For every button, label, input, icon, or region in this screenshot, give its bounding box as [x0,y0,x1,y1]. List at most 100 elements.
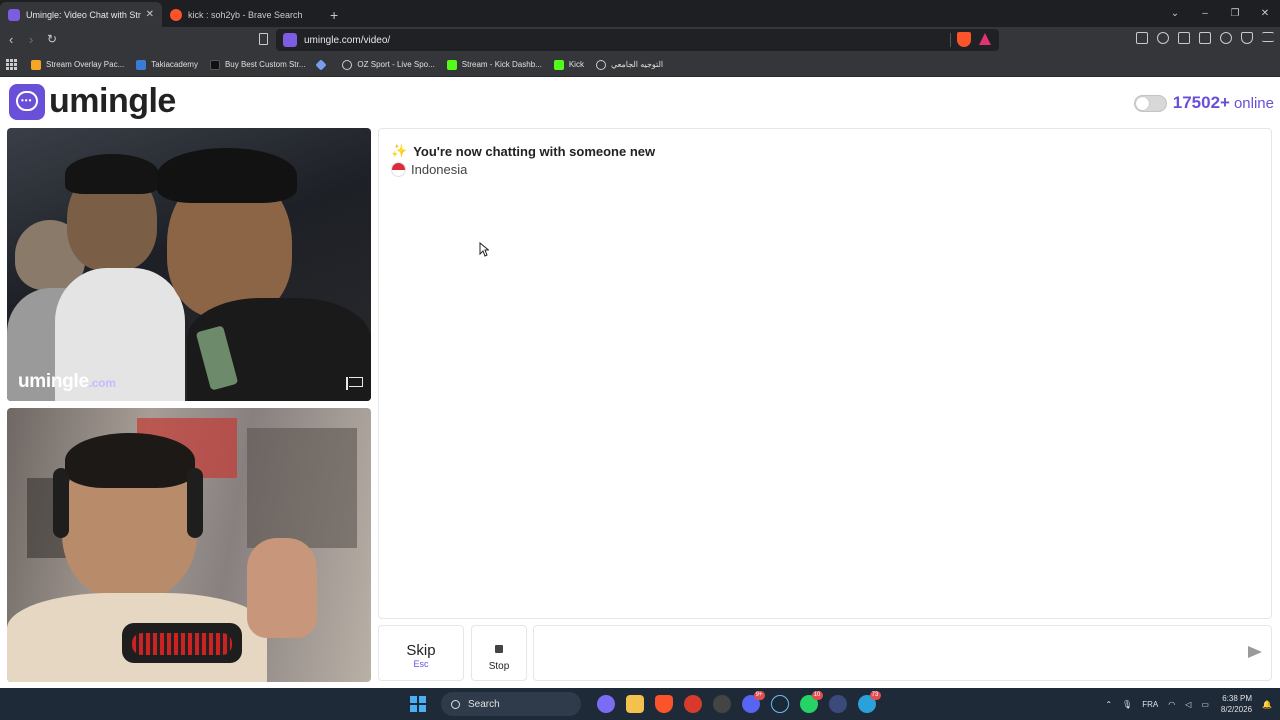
close-window-button[interactable]: ✕ [1250,8,1280,19]
brave-search-favicon-icon [170,8,182,21]
url-text[interactable]: umingle.com/video/ [304,35,390,46]
search-icon [451,699,460,709]
tab-list-chevron-icon[interactable]: ⌄ [1160,8,1190,19]
wall-poster [247,428,357,548]
volume-icon[interactable]: ◁ [1185,700,1191,709]
windows-start-icon[interactable] [410,696,426,712]
bookmark-kick[interactable]: Kick [553,59,584,70]
clock[interactable]: 6:38 PM 8/2/2026 [1221,693,1252,715]
wifi-icon[interactable]: ◠ [1168,700,1175,709]
recorder-icon[interactable] [712,695,731,713]
brave-shields-icon[interactable] [957,32,971,47]
globe-icon [342,59,353,70]
microphone-icon[interactable]: 🎙 [1122,700,1132,709]
stop-label: Stop [488,661,510,672]
bookmark-takiacademy[interactable]: Takiacademy [136,59,198,70]
bookmark-star[interactable] [315,58,330,71]
app-icon[interactable] [828,695,847,713]
forward-icon[interactable]: › [29,32,33,47]
headphones-left [53,468,69,538]
battery-icon[interactable]: ▭ [1201,700,1209,709]
umingle-favicon-icon [8,8,20,21]
mouse-cursor-icon [479,242,489,257]
skip-button[interactable]: Skip Esc [378,625,464,681]
local-video [7,408,371,682]
microphone-grille [132,633,232,655]
browser-tab-bar: Umingle: Video Chat with Str ✕ kick : so… [0,0,1280,27]
umingle-page: ••• umingle 17502+ online umingle.com ✨ … [0,77,1280,688]
sidebar-icon[interactable] [1178,32,1190,44]
whatsapp-badge: 10 [811,691,823,700]
opera-gx-icon[interactable] [683,695,702,713]
remote-person-right-hair [157,148,297,203]
bookmark-label: Takiacademy [151,60,198,69]
globe-icon [595,59,606,70]
kick-icon [553,59,564,70]
online-label: online [1233,94,1274,112]
stop-button[interactable]: Stop [471,625,527,681]
skip-label: Skip [406,642,436,659]
new-tab-button[interactable]: + [330,2,338,27]
bookmark-page-icon[interactable] [259,33,268,45]
browser-toolbar: ‹ › ↻ umingle.com/video/ [0,27,1280,53]
brave-icon[interactable] [654,695,673,713]
bookmark-arabic[interactable]: التوجيه الجامعي [595,59,663,70]
watermark-suffix: .com [88,376,116,390]
reload-icon[interactable]: ↻ [47,32,57,46]
file-explorer-icon[interactable] [625,695,644,713]
system-tray: ⌃ 🎙 FRA ◠ ◁ ▭ 6:38 PM 8/2/2026 🔔 [1095,688,1272,720]
steam-icon[interactable] [770,695,789,713]
tab-close-icon[interactable]: ✕ [146,9,154,20]
leo-ai-icon[interactable] [1220,32,1232,44]
bookmark-oz-sport[interactable]: OZ Sport - Live Spo... [342,59,435,70]
bookmark-stream-overlay[interactable]: Stream Overlay Pac... [31,59,124,70]
bookmark-icon [136,59,147,70]
tray-overflow-chevron-icon[interactable]: ⌃ [1105,700,1112,709]
message-input[interactable] [533,625,1272,681]
back-icon[interactable]: ‹ [9,32,13,47]
umingle-logo[interactable]: ••• umingle [9,82,176,121]
sparkle-bookmark-icon [315,58,328,71]
theme-toggle[interactable] [1133,94,1167,112]
brave-rewards-icon[interactable] [979,33,991,45]
taskbar-search[interactable]: Search [441,692,581,716]
tab-brave-search[interactable]: kick : soh2yb - Brave Search [162,2,322,27]
tab-umingle[interactable]: Umingle: Video Chat with Str ✕ [0,2,162,27]
send-icon[interactable] [1248,646,1262,658]
bookmarks-bar: Stream Overlay Pac... Takiacademy Buy Be… [0,53,1280,77]
taskbar-center: Search 9+ 10 73 [410,691,881,716]
address-bar[interactable]: umingle.com/video/ [276,29,999,51]
vpn-icon[interactable] [1241,32,1253,44]
chat-controls: Skip Esc Stop [378,625,1272,681]
local-person-hand [247,538,317,638]
notification-bell-icon[interactable]: 🔔 [1262,700,1272,709]
online-indicator: 17502+ online [1133,93,1274,113]
taskbar-search-label: Search [468,698,500,710]
apps-grid-icon[interactable] [6,59,17,70]
bookmark-label: Buy Best Custom Str... [224,60,306,69]
report-flag-icon[interactable] [346,377,363,390]
wallet-icon[interactable] [1199,32,1211,44]
maximize-button[interactable]: ❐ [1220,8,1250,19]
whatsapp-icon[interactable]: 10 [799,691,823,713]
umingle-watermark: umingle.com [18,371,116,393]
remote-video: umingle.com [7,128,371,401]
watermark-text: umingle [18,371,89,392]
indonesia-flag-icon [391,162,406,177]
logo-text: umingle [49,82,176,120]
bookmark-custom-stream[interactable]: Buy Best Custom Str... [209,59,306,70]
copilot-icon[interactable] [596,695,615,713]
discord-icon[interactable]: 9+ [741,691,765,713]
minimize-button[interactable]: – [1190,8,1220,19]
telegram-icon[interactable]: 73 [857,691,881,713]
menu-icon[interactable] [1262,32,1274,42]
headphones-right [187,468,203,538]
site-info-icon[interactable] [283,33,297,47]
extensions-icon[interactable] [1136,32,1148,44]
chat-bubble-logo-icon: ••• [9,83,45,120]
language-indicator[interactable]: FRA [1142,700,1158,709]
bookmark-kick-dashboard[interactable]: Stream - Kick Dashb... [446,59,542,70]
media-icon[interactable] [1157,32,1169,44]
bookmark-label: Stream - Kick Dashb... [461,60,542,69]
bookmark-icon [209,59,220,70]
